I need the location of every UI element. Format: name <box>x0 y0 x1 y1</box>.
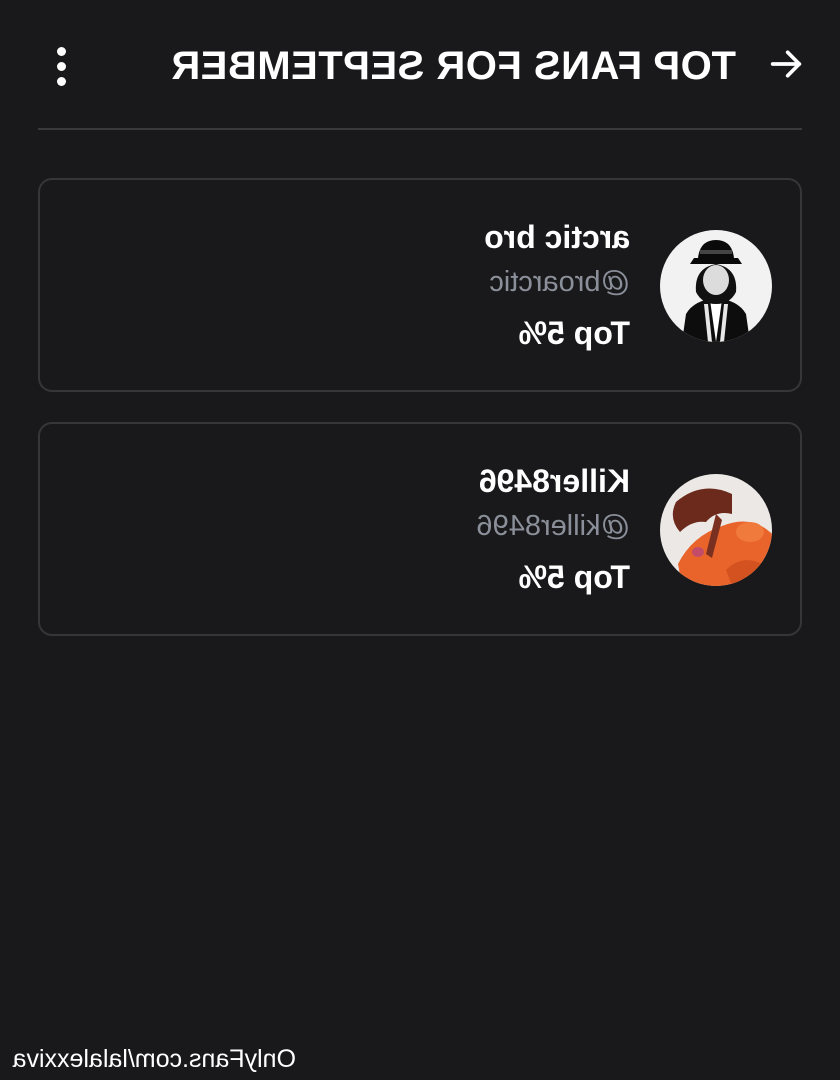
page-header: TOP FANS FOR SEPTEMBER <box>0 0 840 130</box>
fan-rank: Top 5% <box>518 559 630 595</box>
header-divider <box>38 128 802 130</box>
fan-handle[interactable]: @broarctic <box>484 264 630 300</box>
mirrored-screen: TOP FANS FOR SEPTEMBER arctic bro @broar… <box>0 0 840 1080</box>
top-fans-list: arctic bro @broarctic Top 5% Killer8496 <box>38 178 802 666</box>
avatar[interactable] <box>660 230 772 342</box>
avatar[interactable] <box>660 474 772 586</box>
arrow-left-icon <box>766 44 806 89</box>
fan-info: Killer8496 @killer8496 Top 5% <box>476 462 630 596</box>
more-vertical-icon <box>57 46 67 56</box>
fan-name[interactable]: arctic bro <box>484 218 630 256</box>
fan-name[interactable]: Killer8496 <box>476 462 630 500</box>
page-title: TOP FANS FOR SEPTEMBER <box>170 44 736 88</box>
fan-handle[interactable]: @killer8496 <box>476 508 630 544</box>
fan-card[interactable]: arctic bro @broarctic Top 5% <box>38 178 802 392</box>
back-button[interactable] <box>762 42 810 90</box>
fan-info: arctic bro @broarctic Top 5% <box>484 218 630 352</box>
watermark: OnlyFans.com/lalalexxiva <box>12 1045 296 1073</box>
fan-card[interactable]: Killer8496 @killer8496 Top 5% <box>38 422 802 636</box>
more-options-button[interactable] <box>38 42 86 90</box>
fan-rank: Top 5% <box>518 315 630 351</box>
